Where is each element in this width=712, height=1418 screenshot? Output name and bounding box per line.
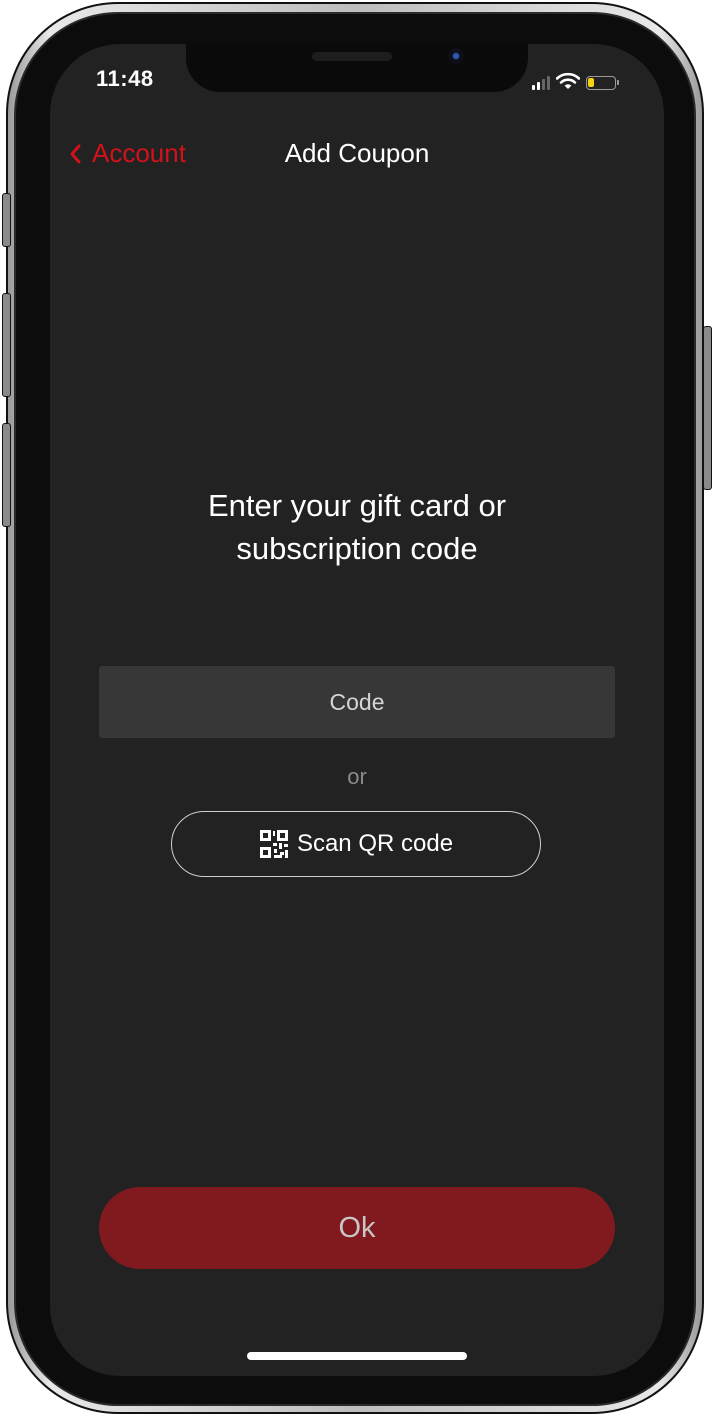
or-separator: or — [347, 764, 367, 789]
power-button — [703, 326, 712, 490]
volume-up-button — [2, 293, 11, 397]
scan-qr-label: Scan QR code — [296, 830, 454, 857]
screen: 11:48 Account Add Coupon Enter your gift… — [50, 44, 664, 1376]
instruction-line-1: Enter your gift card or — [207, 488, 507, 523]
page-title: Add Coupon — [284, 138, 430, 168]
instruction-line-2: subscription code — [236, 531, 478, 566]
ok-button[interactable]: Ok — [99, 1187, 615, 1269]
battery-icon — [586, 76, 619, 90]
home-indicator[interactable] — [247, 1352, 467, 1360]
speaker-grille — [312, 52, 392, 61]
wifi-icon — [556, 72, 580, 89]
mute-switch — [2, 193, 11, 247]
notch — [186, 44, 528, 92]
status-icons — [532, 70, 619, 90]
qr-code-icon — [259, 830, 288, 858]
ok-button-label: Ok — [338, 1211, 376, 1244]
scan-qr-button[interactable]: Scan QR code — [171, 811, 541, 877]
instruction-text: Enter your gift card or subscription cod… — [90, 484, 624, 570]
front-camera — [448, 48, 464, 64]
volume-down-button — [2, 423, 11, 527]
cellular-signal-icon — [532, 76, 550, 90]
status-time: 11:48 — [96, 66, 154, 91]
code-input[interactable] — [99, 666, 615, 738]
battery-level — [588, 78, 594, 87]
